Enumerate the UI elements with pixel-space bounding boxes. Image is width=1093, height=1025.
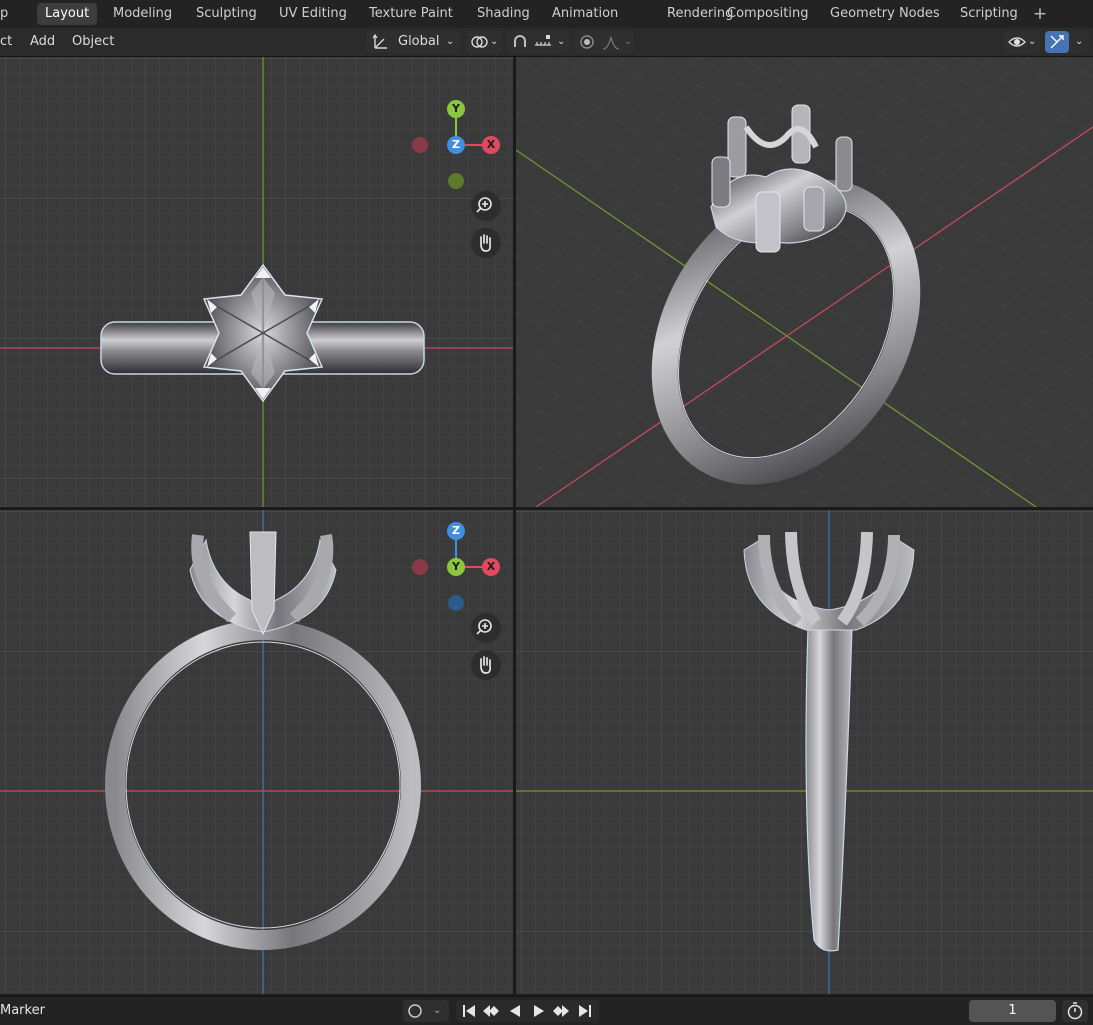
side-view-canvas (516, 510, 1093, 994)
viewport-front[interactable]: Z Y X (0, 510, 513, 994)
timeline-bar: Marker ⌄ 1 (0, 996, 1093, 1025)
viewport-side[interactable] (516, 510, 1093, 994)
pan-hand-icon (480, 656, 492, 674)
workspace-bar: p Layout Modeling Sculpting UV Editing T… (0, 0, 1093, 28)
viewport-perspective[interactable] (516, 57, 1093, 507)
prev-keyframe-icon[interactable] (480, 1000, 502, 1022)
orientation-icon (372, 33, 387, 49)
chevron-down-icon: ⌄ (1028, 36, 1037, 47)
zoom-icon (476, 197, 492, 213)
play-reverse-icon[interactable] (504, 1000, 526, 1022)
tab-geometry-nodes[interactable]: Geometry Nodes (822, 3, 948, 25)
playback-controls (456, 1000, 599, 1022)
chevron-down-icon: ⌄ (446, 36, 455, 47)
play-icon[interactable] (528, 1000, 550, 1022)
viewport-divider-vertical[interactable] (513, 57, 516, 994)
pan-button[interactable] (471, 650, 501, 680)
chevron-down-icon: ⌄ (433, 1005, 442, 1016)
stopwatch-icon (1067, 1002, 1083, 1020)
visibility-icon (1008, 37, 1026, 47)
proportional-edit-icon (580, 35, 594, 49)
next-keyframe-icon[interactable] (550, 1000, 572, 1022)
visibility-dropdown[interactable]: ⌄ (1004, 31, 1040, 53)
plus-icon[interactable]: + (1030, 3, 1050, 25)
record-icon (408, 1004, 422, 1018)
orientation-label: Global (398, 34, 440, 49)
menu-object[interactable]: Object (66, 31, 120, 53)
chevron-down-icon: ⌄ (1075, 36, 1084, 47)
snap-icon (514, 35, 526, 47)
chevron-down-icon: ⌄ (557, 36, 566, 47)
gizmo-dropdown[interactable]: ⌄ (1045, 31, 1089, 53)
gizmo-z-axis[interactable]: Z (447, 136, 465, 154)
viewport-top[interactable]: Y Z X (0, 57, 513, 507)
zoom-button[interactable] (471, 191, 501, 221)
gizmo-y-axis[interactable]: Y (447, 100, 465, 118)
viewport-header: ct Add Object Global ⌄ ⌄ ⌄ ⌄ ⌄ ⌄ (0, 28, 1093, 57)
tab-texture-paint[interactable]: Texture Paint (361, 3, 461, 25)
tab-scripting[interactable]: Scripting (952, 3, 1026, 25)
gizmo-x-axis[interactable]: X (482, 136, 500, 154)
proportional-edit-group[interactable]: ⌄ (574, 31, 634, 53)
pan-hand-icon (480, 234, 492, 252)
tab-shading[interactable]: Shading (469, 3, 538, 25)
tab-animation[interactable]: Animation (544, 3, 626, 25)
chevron-down-icon: ⌄ (624, 36, 633, 47)
keying-dropdown[interactable]: ⌄ (403, 1000, 449, 1022)
jump-start-icon[interactable] (458, 1000, 480, 1022)
marker-menu[interactable]: Marker (0, 1000, 45, 1022)
snap-increment-icon (535, 35, 551, 46)
jump-end-icon[interactable] (574, 1000, 596, 1022)
viewport-divider-horizontal[interactable] (0, 507, 1093, 510)
pivot-icon (471, 36, 488, 48)
perspective-canvas (516, 57, 1093, 507)
chevron-down-icon: ⌄ (490, 36, 499, 47)
gizmo-icon (1050, 35, 1064, 49)
tab-sculpting[interactable]: Sculpting (188, 3, 265, 25)
menu-add[interactable]: Add (24, 31, 61, 53)
menu-partial[interactable]: p (0, 3, 8, 25)
gizmo-toggle[interactable] (1045, 31, 1069, 53)
pivot-point-dropdown[interactable]: ⌄ (466, 31, 502, 53)
transform-orientation-dropdown[interactable]: Global ⌄ (366, 31, 460, 53)
zoom-icon (476, 619, 492, 635)
gizmo-z-axis[interactable]: Z (447, 522, 465, 540)
tab-modeling[interactable]: Modeling (105, 3, 180, 25)
playback-settings-button[interactable] (1062, 1000, 1088, 1022)
gizmo-x-axis[interactable]: X (482, 558, 500, 576)
current-frame-field[interactable]: 1 (969, 1000, 1056, 1022)
snap-group[interactable]: ⌄ (507, 31, 569, 53)
menu-select-partial[interactable]: ct (0, 31, 18, 53)
falloff-icon (602, 36, 620, 50)
gizmo-y-axis[interactable]: Y (447, 558, 465, 576)
tab-uv-editing[interactable]: UV Editing (271, 3, 355, 25)
zoom-button[interactable] (471, 613, 501, 643)
pan-button[interactable] (471, 228, 501, 258)
tab-layout[interactable]: Layout (37, 3, 98, 25)
tab-compositing[interactable]: Compositing (719, 3, 817, 25)
